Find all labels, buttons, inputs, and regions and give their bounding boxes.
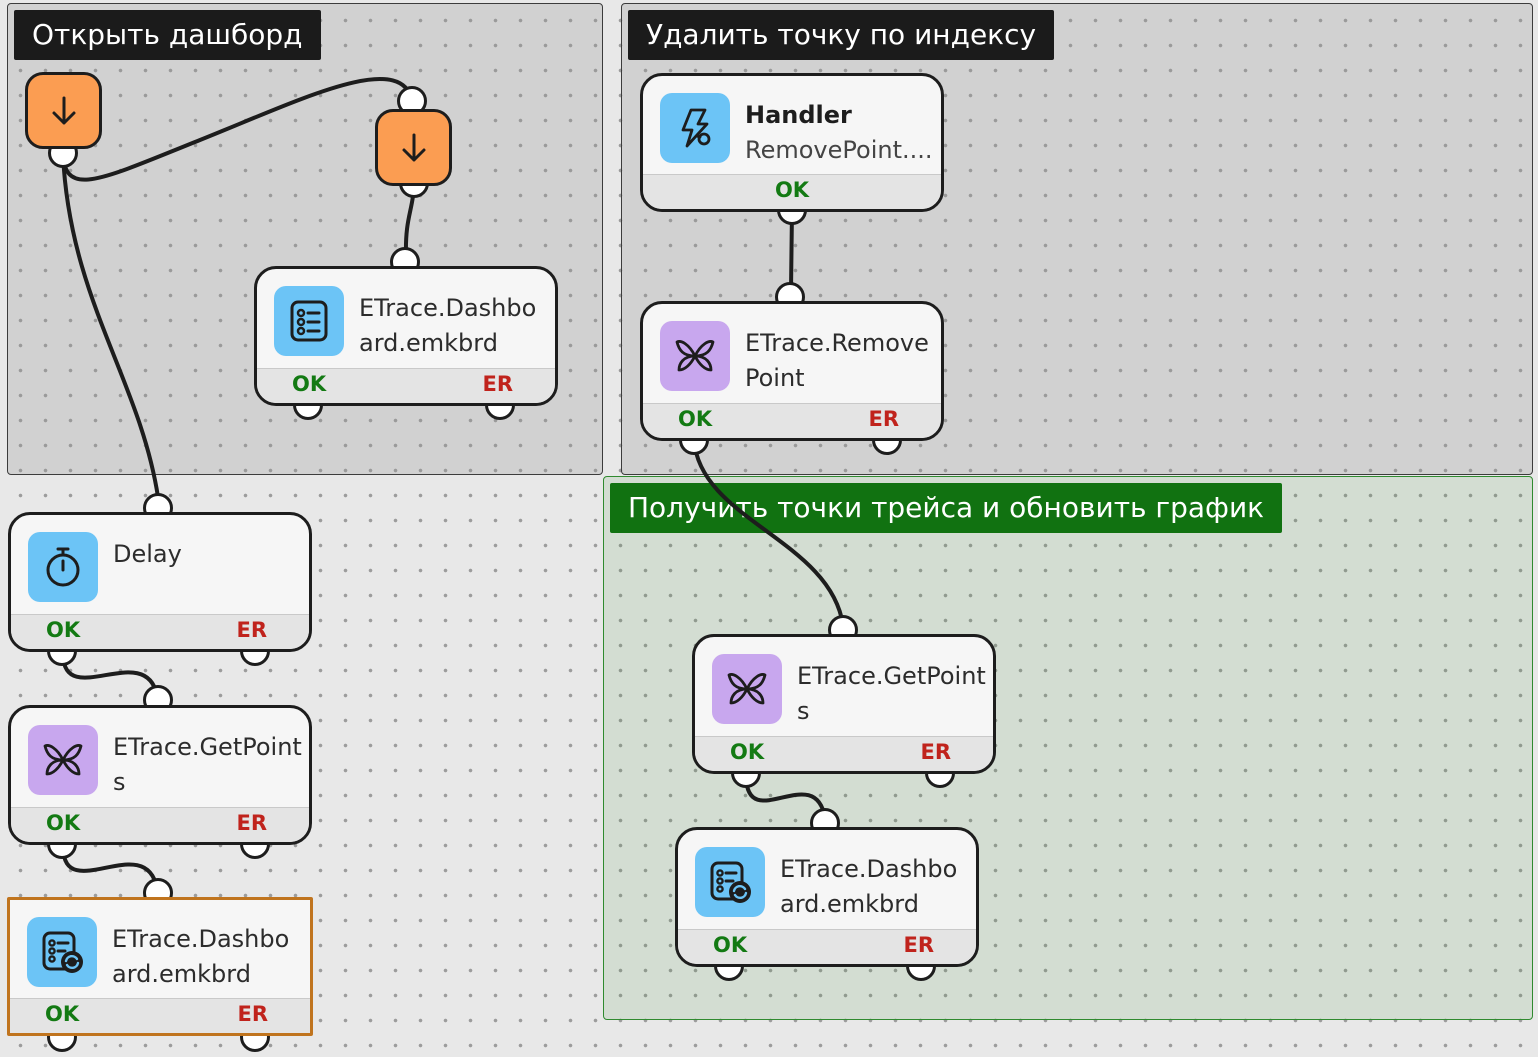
node-dashboard-refresh-selected[interactable]: ETrace.Dashbo ard.emkbrd OK ER xyxy=(7,897,313,1036)
butterfly-icon xyxy=(660,321,730,391)
ok-label: OK xyxy=(292,372,327,396)
node-footer: OK ER xyxy=(643,403,941,438)
node-handler[interactable]: Handler RemovePoint.... OK xyxy=(640,73,944,212)
arrow-down-icon xyxy=(402,133,425,161)
node-title: ETrace.Dashbo ard.emkbrd xyxy=(359,294,537,357)
node-title: ETrace.GetPoint s xyxy=(113,733,302,796)
node-footer: OK ER xyxy=(678,929,976,964)
node-footer: OK ER xyxy=(11,614,309,649)
ok-label: OK xyxy=(713,933,748,957)
group-title: Открыть дашборд xyxy=(14,10,321,60)
node-title: ETrace.Dashbo ard.emkbrd xyxy=(112,925,290,988)
node-title: ETrace.GetPoint s xyxy=(797,662,986,725)
butterfly-icon xyxy=(28,725,98,795)
wire xyxy=(61,653,159,697)
node-title: Delay xyxy=(113,540,182,568)
group-title: Удалить точку по индексу xyxy=(628,10,1055,60)
er-label: ER xyxy=(236,618,267,642)
node-footer: OK ER xyxy=(257,368,555,403)
node-dashboard-refresh[interactable]: ETrace.Dashbo ard.emkbrd OK ER xyxy=(675,827,979,967)
node-remove-point[interactable]: ETrace.Remove Point OK ER xyxy=(640,301,944,441)
er-label: ER xyxy=(903,933,934,957)
er-label: ER xyxy=(236,811,267,835)
node-dashboard-open[interactable]: ETrace.Dashbo ard.emkbrd OK ER xyxy=(254,266,558,406)
er-label: ER xyxy=(920,740,951,764)
ok-label: OK xyxy=(46,618,81,642)
entry-node[interactable] xyxy=(375,109,452,186)
ok-label: OK xyxy=(45,1002,80,1026)
flow-canvas[interactable]: Открыть дашборд Удалить точку по индексу… xyxy=(0,0,1538,1057)
node-title: Handler RemovePoint.... xyxy=(745,101,933,164)
wire xyxy=(61,846,159,890)
node-footer: OK xyxy=(643,174,941,209)
ok-label: OK xyxy=(678,407,713,431)
dashboard-refresh-icon xyxy=(27,917,97,987)
er-label: ER xyxy=(237,1002,268,1026)
stopwatch-icon xyxy=(28,532,98,602)
entry-node[interactable] xyxy=(25,72,102,149)
node-footer: OK ER xyxy=(11,807,309,842)
ok-label: OK xyxy=(730,740,765,764)
er-label: ER xyxy=(868,407,899,431)
node-get-points[interactable]: ETrace.GetPoint s OK ER xyxy=(692,634,996,774)
butterfly-icon xyxy=(712,654,782,724)
ok-label: OK xyxy=(774,178,810,202)
arrow-down-icon xyxy=(52,96,75,124)
group-title: Получить точки трейса и обновить график xyxy=(610,483,1283,533)
node-title: ETrace.Remove Point xyxy=(745,329,929,392)
er-label: ER xyxy=(482,372,513,396)
handler-event-icon xyxy=(660,93,730,163)
ok-label: OK xyxy=(46,811,81,835)
dashboard-refresh-icon xyxy=(695,847,765,917)
dashboard-list-icon xyxy=(274,286,344,356)
node-footer: OK ER xyxy=(695,736,993,771)
node-footer: OK ER xyxy=(10,998,310,1033)
node-get-points[interactable]: ETrace.GetPoint s OK ER xyxy=(8,705,312,845)
node-delay[interactable]: Delay OK ER xyxy=(8,512,312,652)
node-title: ETrace.Dashbo ard.emkbrd xyxy=(780,855,958,918)
